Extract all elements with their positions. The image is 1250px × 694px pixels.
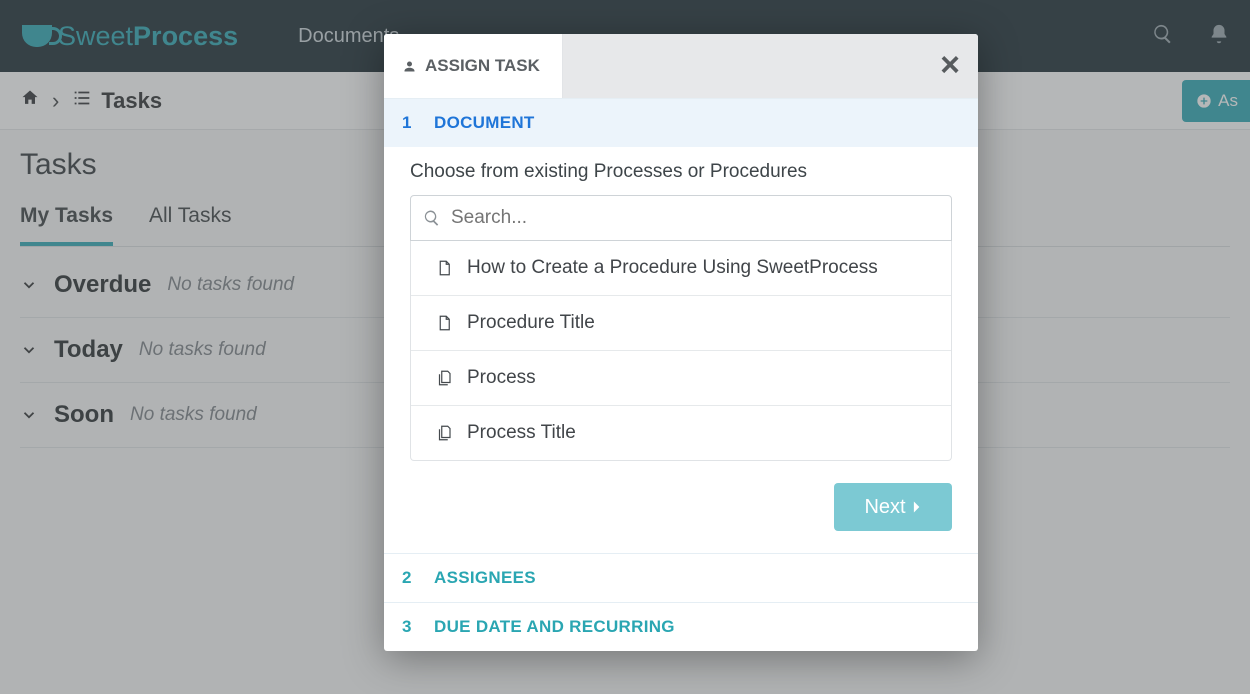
modal-header: ASSIGN TASK × — [384, 34, 978, 98]
document-item[interactable]: Process Title — [411, 405, 951, 460]
files-icon — [435, 423, 453, 443]
modal-tab-assign-task[interactable]: ASSIGN TASK — [384, 34, 563, 98]
step-document-body: Choose from existing Processes or Proced… — [384, 147, 978, 553]
person-icon — [402, 59, 417, 74]
document-search[interactable] — [410, 195, 952, 241]
files-icon — [435, 368, 453, 388]
search-icon — [423, 209, 441, 227]
document-item[interactable]: Process — [411, 350, 951, 405]
assign-task-modal: ASSIGN TASK × 1 DOCUMENT Choose from exi… — [384, 34, 978, 651]
file-icon — [435, 258, 453, 278]
file-icon — [435, 313, 453, 333]
document-search-input[interactable] — [451, 207, 939, 229]
step-document[interactable]: 1 DOCUMENT — [384, 98, 978, 147]
step-due-date[interactable]: 3 DUE DATE AND RECURRING — [384, 602, 978, 651]
document-list: How to Create a Procedure Using SweetPro… — [410, 241, 952, 461]
document-item[interactable]: How to Create a Procedure Using SweetPro… — [411, 241, 951, 295]
step-assignees[interactable]: 2 ASSIGNEES — [384, 553, 978, 602]
document-item[interactable]: Procedure Title — [411, 295, 951, 350]
chevron-right-icon — [912, 500, 922, 514]
next-button[interactable]: Next — [834, 483, 952, 531]
close-icon[interactable]: × — [940, 48, 960, 82]
choose-label: Choose from existing Processes or Proced… — [410, 161, 952, 183]
